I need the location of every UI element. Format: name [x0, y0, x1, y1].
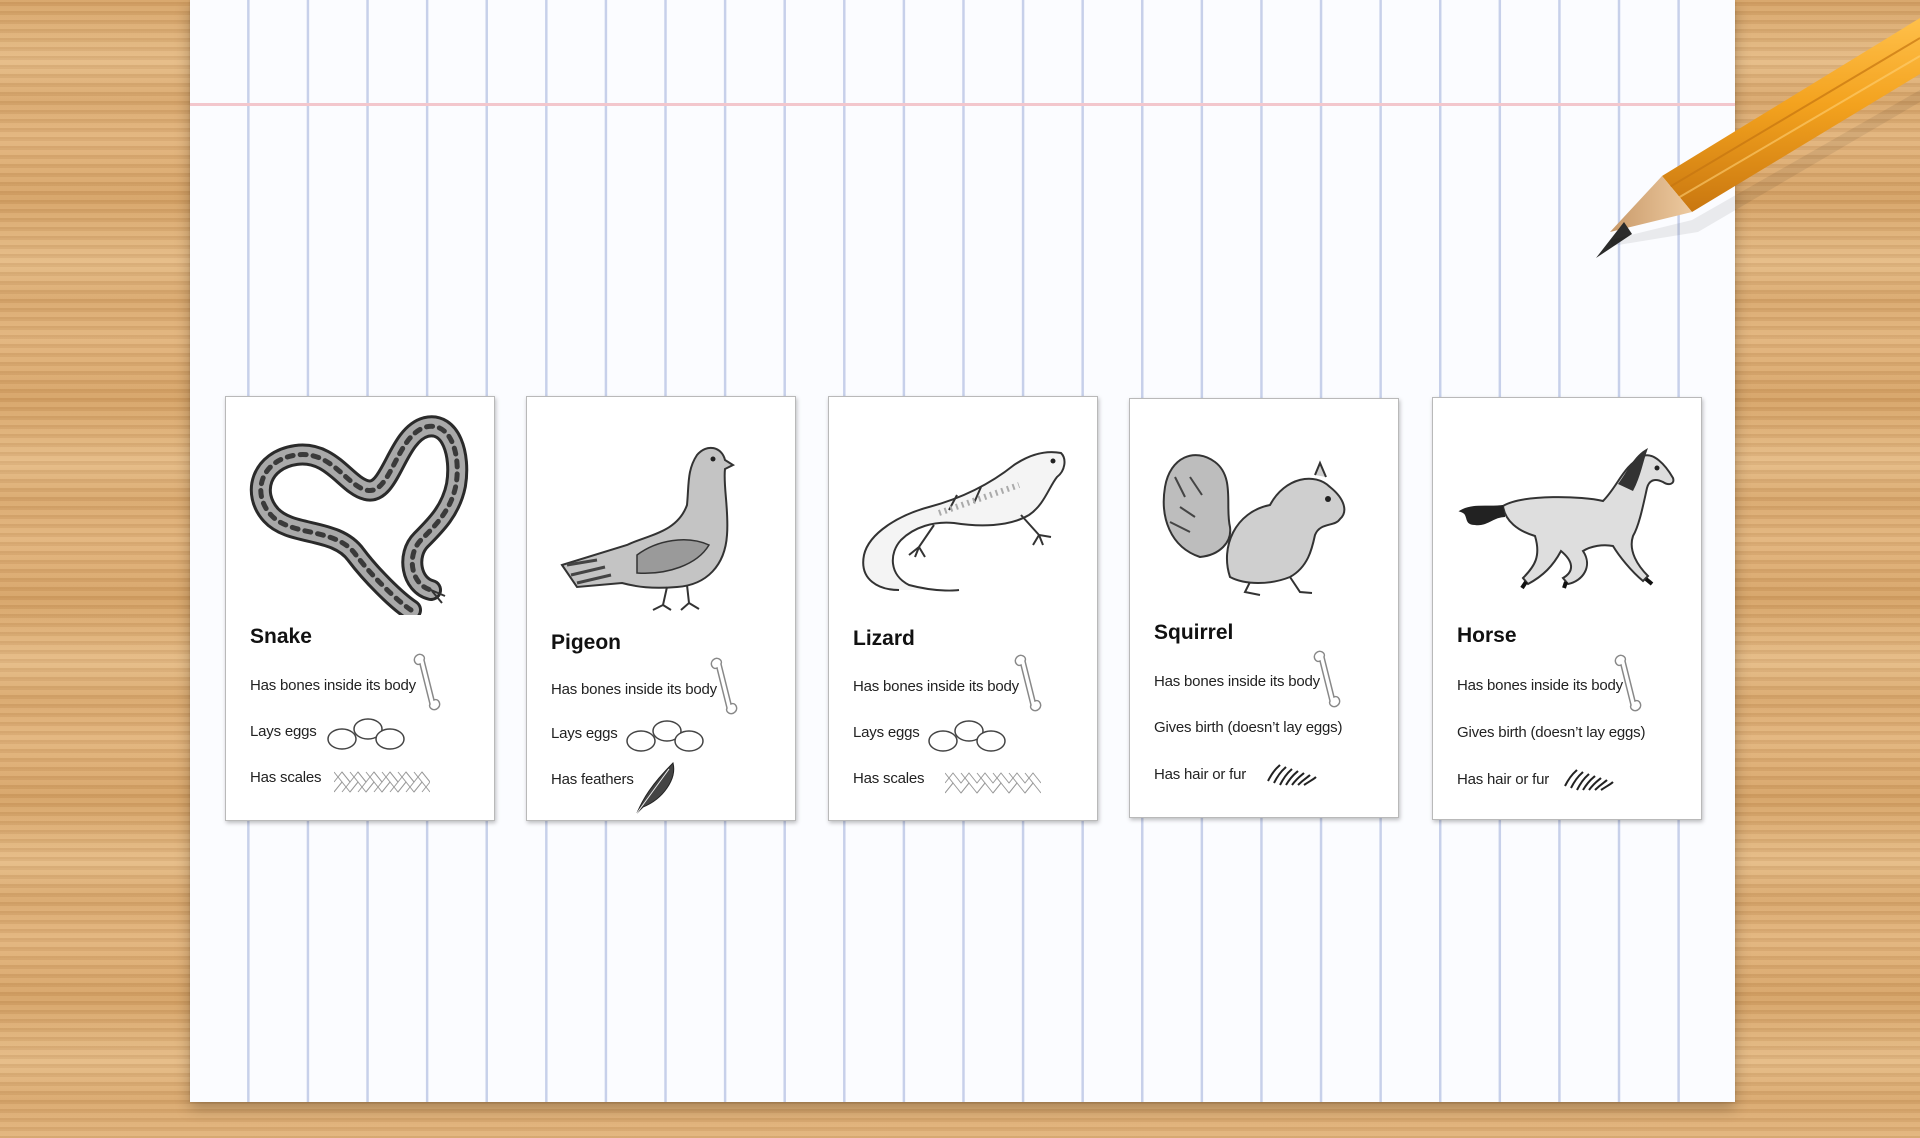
trait-label: Has feathers — [551, 771, 634, 788]
animal-name: Horse — [1457, 624, 1517, 647]
scales-icon — [945, 772, 1041, 794]
trait-label: Has hair or fur — [1457, 771, 1550, 788]
horse-drawing-icon — [1458, 448, 1675, 590]
fur-icon — [1267, 764, 1317, 786]
bone-icon — [710, 657, 738, 715]
animal-card-lizard[interactable]: Lizard Has bones inside its body Lays eg… — [828, 396, 1098, 821]
animal-card-pigeon[interactable]: Pigeon Has bones inside its body Lays eg… — [526, 396, 796, 821]
bone-icon — [1313, 650, 1341, 708]
bone-icon — [1014, 654, 1042, 712]
squirrel-drawing-icon — [1162, 454, 1346, 596]
scales-icon — [334, 771, 430, 793]
bone-icon — [413, 653, 441, 711]
fur-icon — [1564, 769, 1614, 791]
trait-label: Has hair or fur — [1154, 766, 1247, 783]
eggs-icon — [327, 718, 405, 750]
trait-label: Gives birth (doesn’t lay eggs) — [1457, 724, 1646, 741]
trait-label: Has bones inside its body — [1457, 677, 1623, 694]
trait-label: Lays eggs — [551, 725, 618, 742]
trait-label: Lays eggs — [250, 723, 317, 740]
trait-label: Has bones inside its body — [853, 678, 1019, 695]
trait-label: Lays eggs — [853, 724, 920, 741]
trait-label: Gives birth (doesn’t lay eggs) — [1154, 719, 1343, 736]
animal-name: Pigeon — [551, 631, 622, 654]
trait-label: Has bones inside its body — [551, 681, 717, 698]
animal-card-snake[interactable]: Snake Has bones inside its body Lays egg… — [225, 396, 495, 821]
trait-label: Has scales — [853, 770, 925, 787]
eggs-icon — [626, 720, 704, 752]
pigeon-drawing-icon — [560, 446, 736, 611]
eggs-icon — [928, 720, 1006, 752]
trait-label: Has scales — [250, 769, 322, 786]
trait-label: Has bones inside its body — [250, 677, 416, 694]
animal-card-squirrel[interactable]: Squirrel Has bones inside its body Gives… — [1129, 398, 1399, 818]
animal-name: Lizard — [853, 627, 915, 650]
animal-card-horse[interactable]: Horse Has bones inside its body Gives bi… — [1432, 397, 1702, 820]
animal-name: Snake — [250, 625, 312, 648]
lizard-drawing-icon — [862, 451, 1066, 592]
trait-label: Has bones inside its body — [1154, 673, 1320, 690]
feather-icon — [636, 762, 675, 814]
snake-drawing-icon — [249, 415, 469, 615]
animal-name: Squirrel — [1154, 621, 1234, 644]
bone-icon — [1614, 654, 1642, 712]
